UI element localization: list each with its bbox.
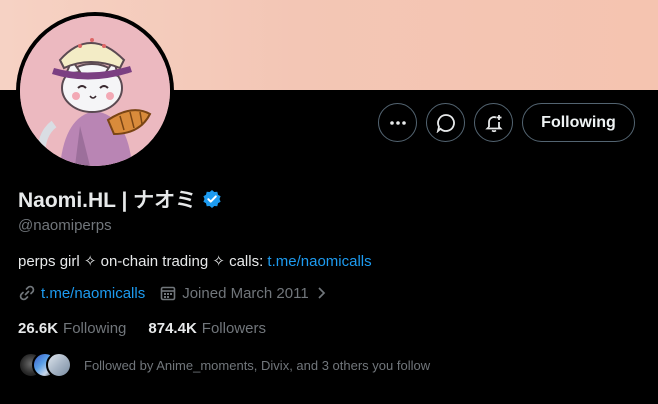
display-name: Naomi.HL | ナオミ: [18, 189, 197, 212]
avatar-image: [20, 16, 170, 166]
bell-plus-icon: [484, 114, 503, 132]
bio-link[interactable]: t.me/naomicalls: [267, 253, 371, 270]
joined-item[interactable]: Joined March 2011: [159, 284, 331, 302]
profile-handle: @naomiperps: [18, 217, 112, 234]
website-item: t.me/naomicalls: [18, 284, 145, 302]
message-icon: [436, 113, 455, 133]
chevron-right-icon: [318, 287, 325, 299]
followers-stat[interactable]: 874.4K Followers: [148, 320, 266, 337]
avatar: [46, 352, 72, 378]
followers-you-know-avatars: [18, 352, 72, 378]
following-button[interactable]: Following: [522, 103, 635, 142]
profile-page: Following Naomi.HL | ナオミ @naomiperps per…: [0, 0, 658, 404]
followed-by-row[interactable]: Followed by Anime_moments, Divix, and 3 …: [18, 352, 430, 378]
following-stat[interactable]: 26.6K Following: [18, 320, 126, 337]
joined-date: Joined March 2011: [182, 284, 309, 302]
following-label: Following: [63, 320, 127, 337]
website-link[interactable]: t.me/naomicalls: [41, 285, 145, 302]
profile-meta: t.me/naomicalls Joined March 2011: [18, 284, 346, 302]
bio-text: perps girl ✧ on-chain trading ✧ calls:: [18, 253, 268, 270]
following-count: 26.6K: [18, 320, 59, 337]
message-button[interactable]: [426, 103, 465, 142]
profile-bio: perps girl ✧ on-chain trading ✧ calls: t…: [18, 252, 372, 270]
calendar-icon: [160, 286, 176, 301]
name-row: Naomi.HL | ナオミ: [18, 184, 222, 214]
verified-badge-icon[interactable]: [202, 189, 222, 209]
followed-by-text: Followed by Anime_moments, Divix, and 3 …: [84, 357, 431, 373]
follow-stats: 26.6K Following 874.4K Followers: [18, 320, 288, 337]
more-button[interactable]: [378, 103, 417, 142]
followers-count: 874.4K: [148, 320, 197, 337]
link-icon: [19, 285, 35, 301]
more-dots-icon: [389, 120, 406, 125]
profile-avatar[interactable]: [16, 12, 174, 170]
notify-button[interactable]: [474, 103, 513, 142]
followers-label: Followers: [201, 320, 266, 337]
